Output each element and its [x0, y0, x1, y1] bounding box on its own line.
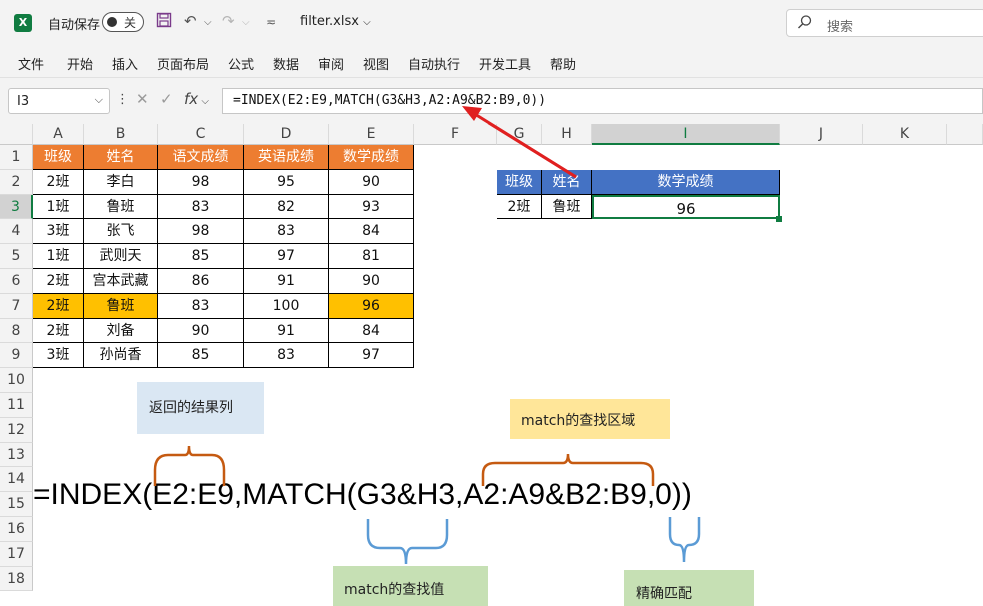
red-arrow-line: [487, 124, 577, 179]
file-name[interactable]: filter.xlsx ⌵: [300, 14, 371, 29]
customize-toolbar-icon[interactable]: ≂: [266, 15, 276, 29]
menu-data[interactable]: 数据: [273, 54, 299, 73]
ribbon-menu: 文件 开始 插入 页面布局 公式 数据 审阅 视图 自动执行 开发工具 帮助: [0, 46, 983, 78]
search-placeholder: 搜索: [827, 20, 854, 35]
more-options-icon[interactable]: ⋮: [116, 92, 129, 107]
insert-function-icon[interactable]: fx ⌵: [184, 90, 209, 108]
toggle-knob: [107, 17, 117, 27]
cancel-icon[interactable]: ✕: [136, 90, 149, 108]
title-bar: X 自动保存 关 ↶ ⌵ ↷ ⌵ ≂ filter.xlsx ⌵ 搜索: [0, 0, 983, 46]
menu-home[interactable]: 开始: [67, 54, 93, 73]
menu-help[interactable]: 帮助: [550, 54, 576, 73]
autosave-label: 自动保存: [48, 18, 101, 33]
formula-input[interactable]: =INDEX(E2:E9,MATCH(G3&H3,A2:A9&B2:B9,0)): [222, 88, 983, 114]
chevron-down-icon: ⌵: [94, 93, 103, 106]
brace-match-range: [481, 453, 655, 486]
menu-automate[interactable]: 自动执行: [408, 54, 460, 73]
redo-icon[interactable]: ↷: [222, 12, 235, 30]
save-icon[interactable]: [156, 12, 172, 32]
brace-result-column: [153, 445, 226, 486]
search-icon: [797, 14, 813, 34]
search-box[interactable]: 搜索: [786, 9, 983, 37]
menu-review[interactable]: 审阅: [318, 54, 344, 73]
worksheet-grid[interactable]: A B C D E F G H I J K 1 2 3 4 5 6 7 8 9 …: [0, 124, 983, 606]
menu-view[interactable]: 视图: [363, 54, 389, 73]
undo-dropdown-icon[interactable]: ⌵: [204, 17, 212, 28]
redo-dropdown-icon[interactable]: ⌵: [242, 17, 250, 28]
menu-developer[interactable]: 开发工具: [479, 54, 531, 73]
formula-bar: I3 ⌵ ⋮ ✕ ✓ fx ⌵ =INDEX(E2:E9,MATCH(G3&H3…: [0, 86, 983, 118]
menu-formulas[interactable]: 公式: [228, 54, 254, 73]
enter-icon[interactable]: ✓: [160, 90, 173, 108]
undo-icon[interactable]: ↶: [184, 12, 197, 30]
brace-match-value: [366, 519, 449, 565]
menu-file[interactable]: 文件: [18, 54, 44, 73]
excel-window: X 自动保存 关 ↶ ⌵ ↷ ⌵ ≂ filter.xlsx ⌵ 搜索 文件 开…: [0, 0, 983, 606]
annotation-overlay: [153, 124, 701, 565]
autosave-state: 关: [124, 16, 137, 30]
menu-insert[interactable]: 插入: [112, 54, 138, 73]
filename-dropdown-icon: ⌵: [363, 17, 371, 28]
autosave-toggle[interactable]: 关: [102, 12, 144, 32]
brace-exact-match: [668, 517, 701, 563]
name-box[interactable]: I3 ⌵: [8, 88, 110, 114]
excel-logo-icon: X: [14, 14, 32, 32]
menu-page-layout[interactable]: 页面布局: [157, 54, 209, 73]
name-box-value: I3: [17, 94, 30, 109]
